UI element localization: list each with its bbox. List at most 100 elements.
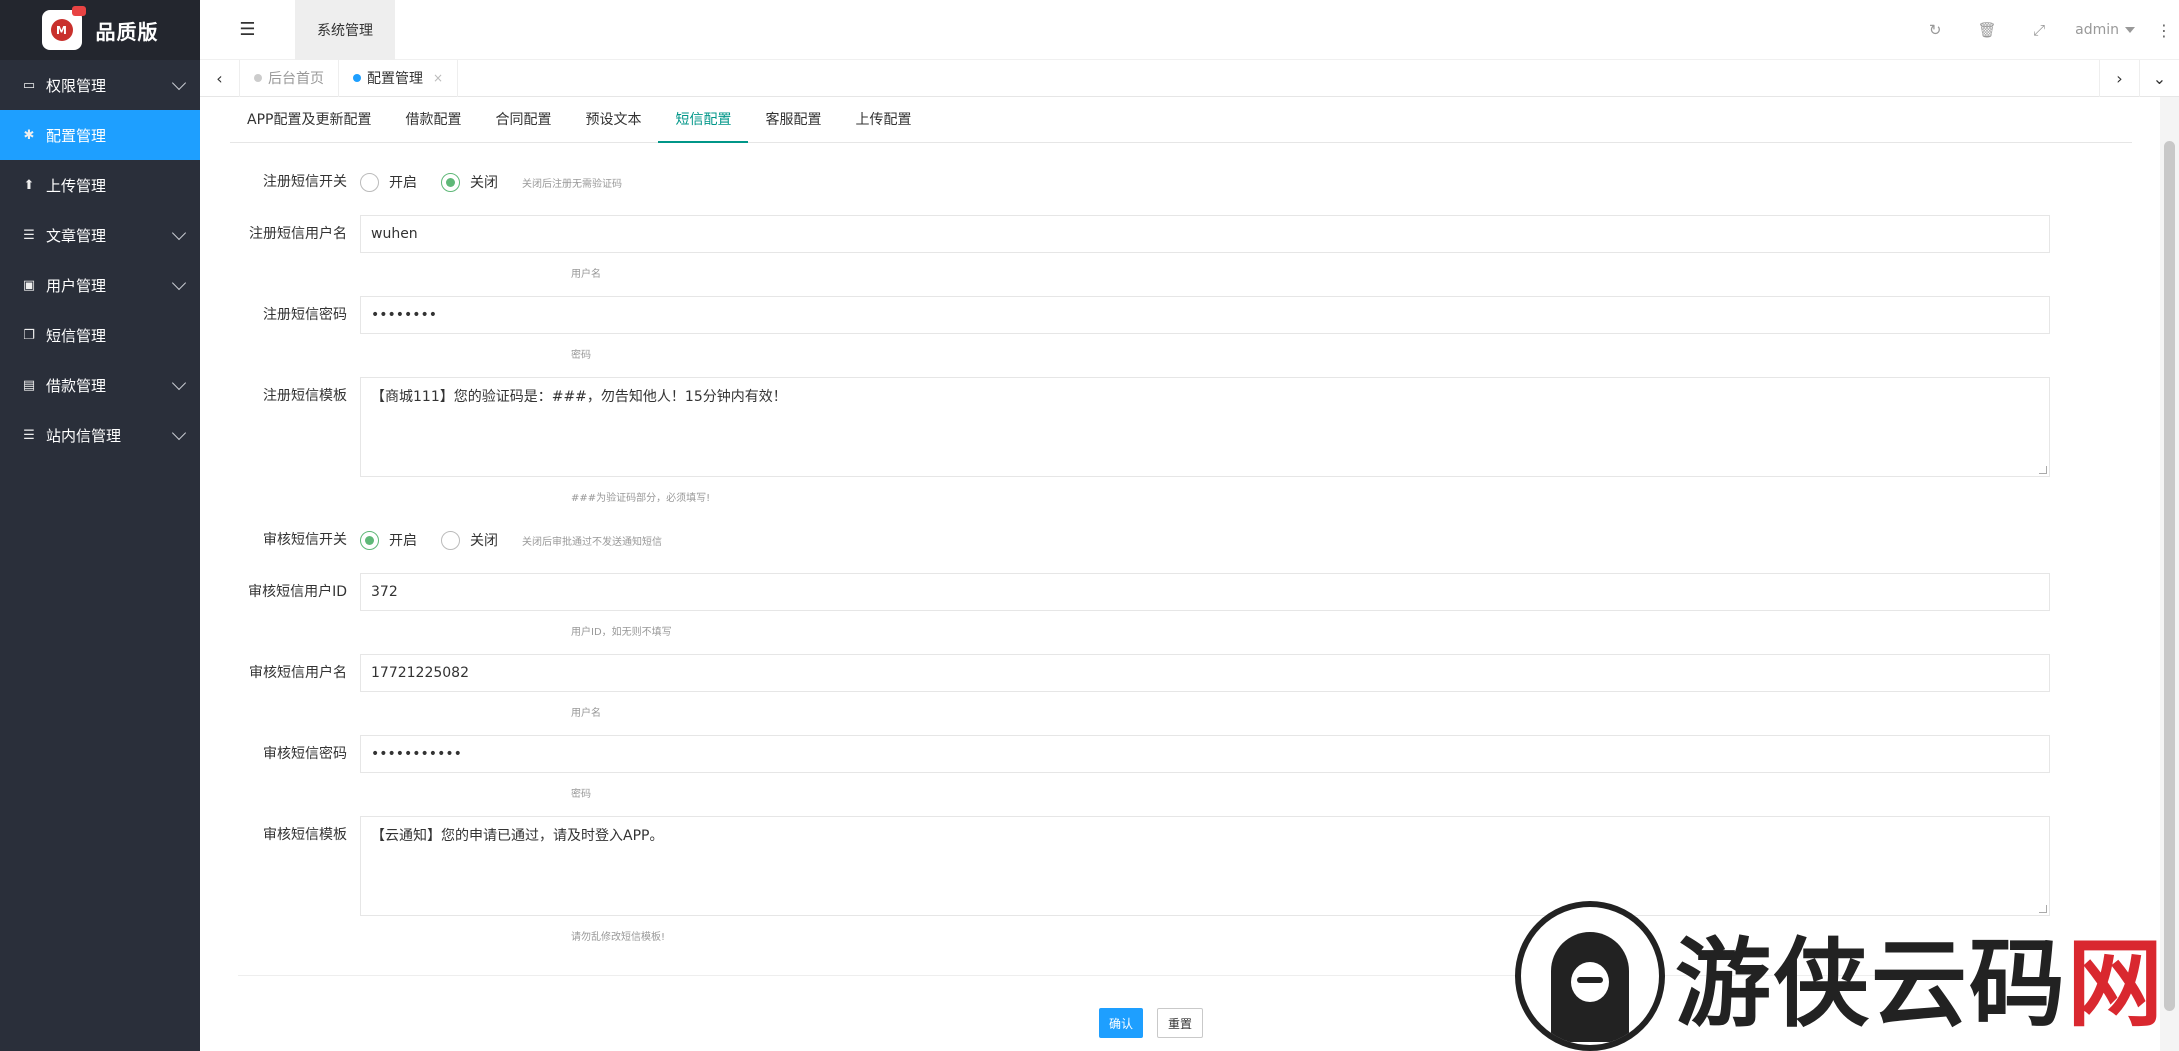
field-tip: 用户名 xyxy=(571,269,601,280)
audit-password-input[interactable]: ••••••••••• xyxy=(360,735,2050,773)
username: admin xyxy=(2075,22,2119,38)
form-row-reg-user: 注册短信用户名 wuhen xyxy=(230,215,2132,253)
form-row-audit-uid: 审核短信用户ID 372 xyxy=(230,573,2132,611)
trash-icon[interactable]: 🗑 xyxy=(1961,21,2013,39)
field-tip: 请勿乱修改短信模板! xyxy=(571,932,666,943)
field-tip: 关闭后注册无需验证码 xyxy=(522,178,622,190)
field-label: 注册短信模板 xyxy=(263,388,347,404)
field-label: 审核短信模板 xyxy=(263,827,347,843)
sidebar-item-0[interactable]: ▭ 权限管理 xyxy=(0,60,200,110)
sidebar-item-1[interactable]: ✱ 配置管理 xyxy=(0,110,200,160)
gear-icon: ✱ xyxy=(23,127,35,143)
close-icon[interactable]: × xyxy=(433,71,443,85)
field-label: 审核短信密码 xyxy=(263,746,347,762)
tab-dot-icon xyxy=(353,74,361,82)
user-menu[interactable]: admin xyxy=(2065,22,2149,38)
subtab-5[interactable]: 客服配置 xyxy=(748,96,838,142)
radio-icon xyxy=(360,172,379,192)
field-label: 审核短信开关 xyxy=(263,532,347,548)
field-label: 审核短信用户ID xyxy=(248,584,347,600)
subtab-4[interactable]: 短信配置 xyxy=(658,96,749,143)
logo-icon: M xyxy=(41,6,86,50)
form-row-audit-user: 审核短信用户名 17721225082 xyxy=(230,654,2132,692)
tabs-prev-icon[interactable]: ‹ xyxy=(200,59,240,97)
sidebar-item-2[interactable]: ⬆ 上传管理 xyxy=(0,160,200,210)
field-tip: 关闭后审批通过不发送通知短信 xyxy=(522,536,662,548)
tab-config[interactable]: 配置管理 × xyxy=(339,59,459,97)
field-tip: 用户ID，如无则不填写 xyxy=(571,627,672,638)
list-icon: ☰ xyxy=(23,427,35,443)
user-card-icon: ▣ xyxy=(22,277,36,293)
top-header: ☰ 系统管理 ↻ 🗑 ⤢ admin ⋮ xyxy=(200,0,2179,60)
more-icon[interactable]: ⋮ xyxy=(2149,21,2179,40)
subtab-1[interactable]: 借款配置 xyxy=(388,96,478,142)
sidebar-menu: ▭ 权限管理 ✱ 配置管理 ⬆ 上传管理 ☰ 文章管理 ▣ 用户管理 ❐ 短信管理 ▤ 借款管理 ☰ 站内信管… xyxy=(0,60,200,460)
field-tip: 密码 xyxy=(571,789,591,800)
header-tab-system[interactable]: 系统管理 xyxy=(295,0,395,60)
audit-username-input[interactable]: 17721225082 xyxy=(360,654,2050,692)
resize-grip-icon[interactable] xyxy=(2039,466,2047,474)
form-row-reg-template: 注册短信模板 【商城111】您的验证码是：###，勿告知他人！15分钟内有效！ xyxy=(230,377,2132,477)
menu-toggle-icon[interactable]: ☰ xyxy=(200,0,295,60)
sidebar-item-7[interactable]: ☰ 站内信管理 xyxy=(0,410,200,460)
reg-password-input[interactable]: •••••••• xyxy=(360,296,2050,334)
refresh-icon[interactable]: ↻ xyxy=(1909,21,1961,39)
tab-home[interactable]: 后台首页 xyxy=(240,59,339,97)
subtab-0[interactable]: APP配置及更新配置 xyxy=(230,96,388,142)
subtab-3[interactable]: 预设文本 xyxy=(568,96,658,142)
hacker-avatar-icon xyxy=(1515,900,1665,1051)
watermark-text: 游侠云码网 xyxy=(1675,928,2165,1040)
brand-logo[interactable]: M 品质版 xyxy=(0,0,200,60)
sidebar-item-6[interactable]: ▤ 借款管理 xyxy=(0,360,200,410)
reg-switch-radios: 开启 关闭 关闭后注册无需验证码 xyxy=(360,170,622,194)
reset-button[interactable]: 重置 xyxy=(1157,1008,1203,1038)
fullscreen-icon[interactable]: ⤢ xyxy=(2013,21,2065,39)
field-tip: 用户名 xyxy=(571,708,601,719)
submit-button[interactable]: 确认 xyxy=(1099,1008,1143,1038)
form-row-audit-pass: 审核短信密码 ••••••••••• xyxy=(230,735,2132,773)
tabs-dropdown-icon[interactable]: ⌄ xyxy=(2139,60,2179,97)
page-tabs-bar: ‹ 后台首页 配置管理 × › ⌄ xyxy=(200,59,2179,97)
sidebar-item-label: 站内信管理 xyxy=(46,426,122,445)
chevron-down-icon xyxy=(171,225,187,240)
chevron-down-icon xyxy=(171,425,187,440)
caret-down-icon xyxy=(2125,27,2135,33)
sidebar-item-label: 借款管理 xyxy=(46,376,107,395)
reg-username-input[interactable]: wuhen xyxy=(360,215,2050,253)
radio-checked-icon xyxy=(360,530,379,550)
sidebar-item-label: 权限管理 xyxy=(46,76,107,95)
radio-reg-off[interactable]: 关闭 xyxy=(441,172,498,192)
form-row-audit-switch: 审核短信开关 开启 关闭 关闭后审批通过不发送通知短信 xyxy=(230,528,2132,552)
field-label: 注册短信开关 xyxy=(263,174,347,190)
copy-icon: ❐ xyxy=(23,327,35,343)
field-label: 审核短信用户名 xyxy=(249,665,347,681)
radio-audit-off[interactable]: 关闭 xyxy=(441,530,498,550)
sidebar-item-label: 文章管理 xyxy=(46,226,107,245)
tabs-next-icon[interactable]: › xyxy=(2099,60,2139,97)
sidebar-item-label: 用户管理 xyxy=(46,276,107,295)
sidebar-item-4[interactable]: ▣ 用户管理 xyxy=(0,260,200,310)
reg-template-textarea[interactable]: 【商城111】您的验证码是：###，勿告知他人！15分钟内有效！ xyxy=(360,377,2050,477)
radio-checked-icon xyxy=(441,172,460,192)
subtab-6[interactable]: 上传配置 xyxy=(838,96,928,142)
laptop-icon: ▭ xyxy=(22,77,36,93)
audit-userid-input[interactable]: 372 xyxy=(360,573,2050,611)
subtab-2[interactable]: 合同配置 xyxy=(478,96,568,142)
arrow-up-icon: ⬆ xyxy=(23,177,35,193)
radio-reg-on[interactable]: 开启 xyxy=(360,172,417,192)
scrollbar-thumb[interactable] xyxy=(2164,141,2175,1011)
chevron-down-icon xyxy=(171,375,187,390)
sidebar-item-3[interactable]: ☰ 文章管理 xyxy=(0,210,200,260)
field-label: 注册短信密码 xyxy=(263,307,347,323)
chevron-down-icon xyxy=(171,275,187,290)
sidebar-item-5[interactable]: ❐ 短信管理 xyxy=(0,310,200,360)
money-icon: ▤ xyxy=(22,377,36,393)
field-tip: 密码 xyxy=(571,350,591,361)
radio-audit-on[interactable]: 开启 xyxy=(360,530,417,550)
sidebar-item-label: 上传管理 xyxy=(46,176,107,195)
sidebar-item-label: 短信管理 xyxy=(46,326,107,345)
tab-dot-icon xyxy=(254,74,262,82)
radio-icon xyxy=(441,530,460,550)
list-icon: ☰ xyxy=(23,227,35,243)
config-subtabs: APP配置及更新配置 借款配置 合同配置 预设文本 短信配置 客服配置 上传配置 xyxy=(230,97,2132,143)
